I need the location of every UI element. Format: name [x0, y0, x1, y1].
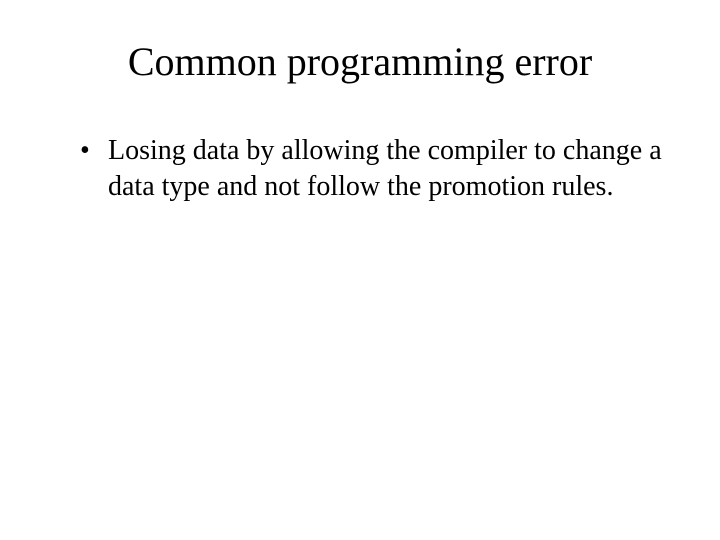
slide-title: Common programming error	[50, 38, 670, 85]
bullet-list: Losing data by allowing the compiler to …	[50, 133, 670, 205]
list-item: Losing data by allowing the compiler to …	[80, 133, 670, 205]
